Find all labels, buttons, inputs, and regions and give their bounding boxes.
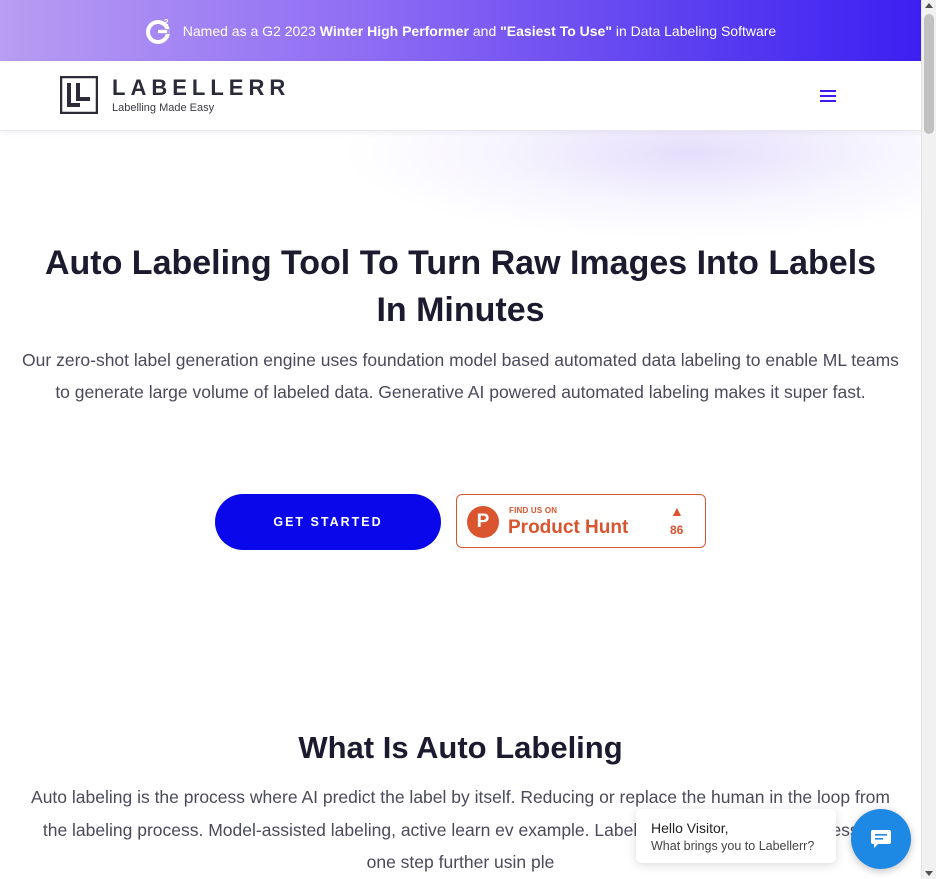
upvote-arrow-icon: ▲	[670, 503, 684, 519]
logo-name: LABELLERR	[112, 75, 291, 100]
product-hunt-logo-icon: P	[467, 506, 499, 538]
chat-bubble-icon	[871, 830, 891, 848]
chat-greeting-bubble[interactable]: Hello Visitor, What brings you to Labell…	[636, 809, 836, 863]
scroll-down-arrow-icon[interactable]	[925, 871, 933, 876]
svg-text:2: 2	[164, 18, 169, 27]
product-hunt-name: Product Hunt	[508, 517, 629, 538]
scrollbar-thumb[interactable]	[924, 14, 934, 134]
get-started-button[interactable]: GET STARTED	[215, 494, 441, 550]
announcement-text: Named as a G2 2023 Winter High Performer…	[182, 22, 777, 39]
product-hunt-badge[interactable]: P FIND US ON Product Hunt ▲ 86	[456, 494, 706, 548]
hamburger-menu-icon[interactable]	[820, 87, 840, 105]
upvote-count: 86	[670, 523, 684, 537]
decorative-glow	[340, 131, 921, 241]
hero-title: Auto Labeling Tool To Turn Raw Images In…	[44, 244, 877, 329]
chat-hello: Hello Visitor,	[651, 820, 729, 836]
g2-logo-icon: 2	[145, 17, 173, 45]
scroll-up-arrow-icon[interactable]	[925, 3, 933, 8]
announcement-bar[interactable]: 2 Named as a G2 2023 Winter High Perform…	[0, 0, 921, 61]
hero-description: Our zero-shot label generation engine us…	[22, 350, 899, 402]
logo-tagline: Labelling Made Easy	[112, 102, 215, 114]
product-hunt-find-label: FIND US ON	[509, 506, 558, 515]
chat-message: What brings you to Labellerr?	[651, 839, 815, 853]
page-scrollbar[interactable]	[921, 0, 936, 879]
section-title: What Is Auto Labeling	[298, 730, 623, 765]
labellerr-logo[interactable]: LABELLERR Labelling Made Easy	[60, 76, 290, 114]
chat-launcher-button[interactable]	[851, 809, 911, 869]
labellerr-logo-icon	[60, 76, 98, 114]
site-header: LABELLERR Labelling Made Easy	[0, 61, 921, 131]
